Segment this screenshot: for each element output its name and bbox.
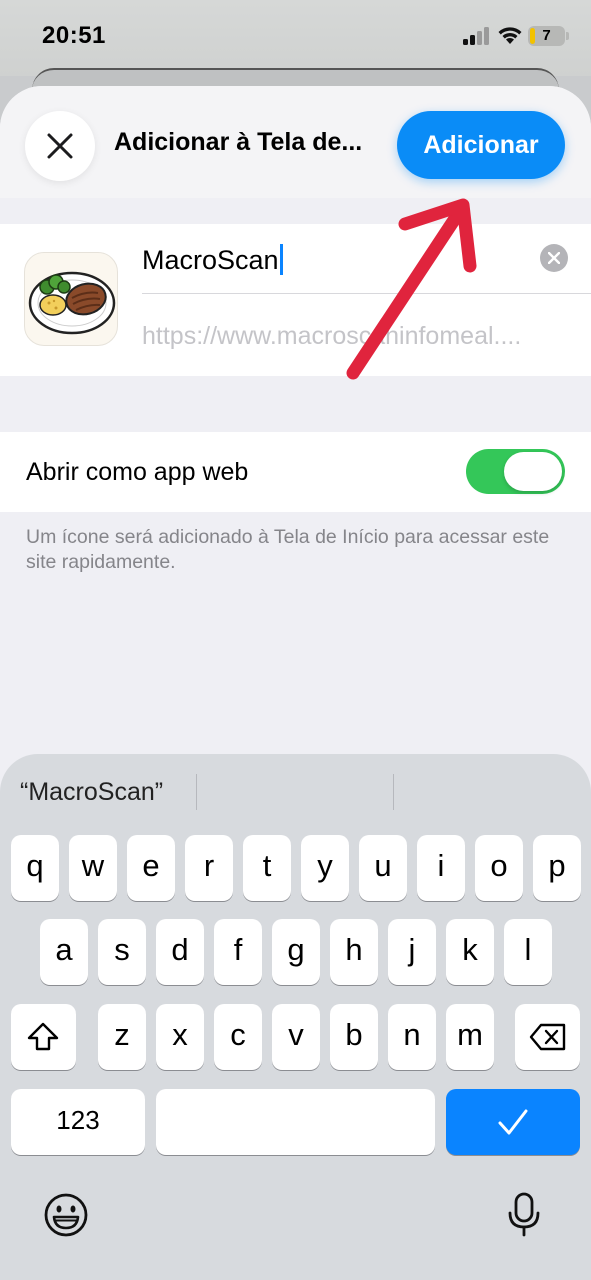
key-w[interactable]: w <box>69 835 117 901</box>
key-b[interactable]: b <box>330 1004 378 1070</box>
key-j[interactable]: j <box>388 919 436 985</box>
shift-key[interactable] <box>11 1004 76 1070</box>
numbers-key[interactable]: 123 <box>11 1089 145 1155</box>
key-h[interactable]: h <box>330 919 378 985</box>
key-p[interactable]: p <box>533 835 581 901</box>
keyboard-suggestion[interactable]: “MacroScan” <box>20 778 163 807</box>
key-k[interactable]: k <box>446 919 494 985</box>
key-o[interactable]: o <box>475 835 523 901</box>
key-v[interactable]: v <box>272 1004 320 1070</box>
backspace-icon <box>529 1023 566 1051</box>
key-e[interactable]: e <box>127 835 175 901</box>
key-q[interactable]: q <box>11 835 59 901</box>
suggestion-divider <box>393 774 394 810</box>
key-i[interactable]: i <box>417 835 465 901</box>
done-key[interactable] <box>446 1089 580 1155</box>
suggestion-divider <box>196 774 197 810</box>
key-d[interactable]: d <box>156 919 204 985</box>
key-s[interactable]: s <box>98 919 146 985</box>
web-app-option-row: Abrir como app web <box>0 432 591 512</box>
key-u[interactable]: u <box>359 835 407 901</box>
footnote-text: Um ícone será adicionado à Tela de Iníci… <box>26 526 550 573</box>
red-arrow-annotation <box>346 198 477 380</box>
space-key[interactable] <box>156 1089 435 1155</box>
key-l[interactable]: l <box>504 919 552 985</box>
key-a[interactable]: a <box>40 919 88 985</box>
key-x[interactable]: x <box>156 1004 204 1070</box>
key-g[interactable]: g <box>272 919 320 985</box>
shift-icon <box>27 1022 59 1051</box>
key-r[interactable]: r <box>185 835 233 901</box>
key-m[interactable]: m <box>446 1004 494 1070</box>
emoji-icon[interactable] <box>43 1192 89 1238</box>
web-app-toggle[interactable] <box>466 449 565 494</box>
key-n[interactable]: n <box>388 1004 436 1070</box>
key-z[interactable]: z <box>98 1004 146 1070</box>
keyboard: “MacroScan” q w e r t y u i o p a s d f … <box>0 754 591 1280</box>
web-app-toggle-label: Abrir como app web <box>26 458 249 486</box>
microphone-icon[interactable] <box>507 1192 541 1238</box>
checkmark-icon <box>498 1109 528 1135</box>
key-t[interactable]: t <box>243 835 291 901</box>
key-y[interactable]: y <box>301 835 349 901</box>
key-f[interactable]: f <box>214 919 262 985</box>
toggle-knob <box>504 452 562 491</box>
delete-key[interactable] <box>515 1004 580 1070</box>
key-c[interactable]: c <box>214 1004 262 1070</box>
